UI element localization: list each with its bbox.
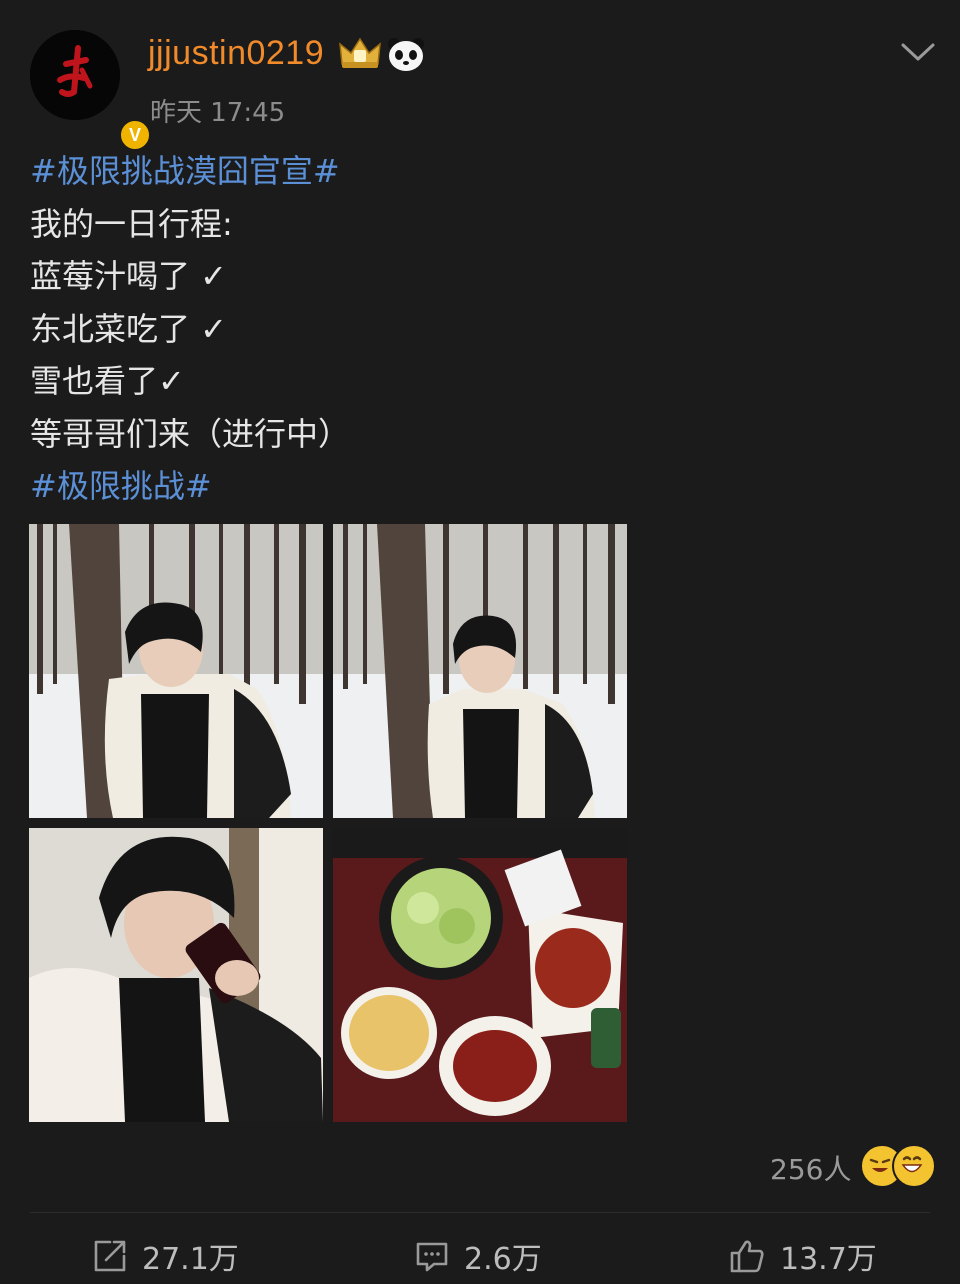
repost-icon bbox=[94, 1240, 126, 1272]
like-count: 13.7万 bbox=[780, 1242, 877, 1277]
emoji-grin-icon bbox=[892, 1144, 936, 1188]
reaction-emojis[interactable] bbox=[860, 1144, 936, 1188]
post-photo[interactable] bbox=[333, 828, 627, 1122]
repost-button[interactable]: 27.1万 bbox=[92, 1232, 239, 1280]
avatar-logo bbox=[30, 30, 120, 120]
post-time: 昨天 17:45 bbox=[150, 98, 286, 128]
post-photo[interactable] bbox=[29, 524, 323, 818]
like-button[interactable]: 13.7万 bbox=[728, 1232, 877, 1280]
post-photo[interactable] bbox=[333, 524, 627, 818]
panda-icon bbox=[388, 38, 424, 71]
content-line: 雪也看了✓ bbox=[30, 362, 185, 400]
comment-button[interactable]: 2.6万 bbox=[414, 1232, 542, 1280]
username[interactable]: jjjustin0219 bbox=[148, 34, 324, 73]
post-photo[interactable] bbox=[29, 828, 323, 1122]
topic-link[interactable]: #极限挑战漠囧官宣# bbox=[30, 145, 930, 198]
content-line: 等哥哥们来（进行中） bbox=[30, 414, 351, 453]
post-content: #极限挑战漠囧官宣# 我的一日行程: 蓝莓汁喝了 ✓ 东北菜吃了 ✓ 雪也看了✓… bbox=[30, 145, 930, 513]
content-line: 东北菜吃了 ✓ bbox=[30, 309, 227, 348]
topic-link[interactable]: #极限挑战# bbox=[30, 460, 930, 513]
comment-count: 2.6万 bbox=[464, 1242, 542, 1277]
divider bbox=[30, 1212, 930, 1213]
comment-icon bbox=[416, 1242, 448, 1272]
avatar[interactable]: V bbox=[30, 30, 152, 152]
like-icon bbox=[730, 1240, 764, 1273]
crown-icon bbox=[339, 37, 381, 68]
reaction-count[interactable]: 256人 bbox=[770, 1148, 851, 1188]
content-line: 我的一日行程: bbox=[30, 204, 233, 243]
chevron-down-icon[interactable] bbox=[900, 40, 936, 64]
repost-count: 27.1万 bbox=[142, 1242, 239, 1277]
content-line: 蓝莓汁喝了 ✓ bbox=[30, 257, 227, 295]
